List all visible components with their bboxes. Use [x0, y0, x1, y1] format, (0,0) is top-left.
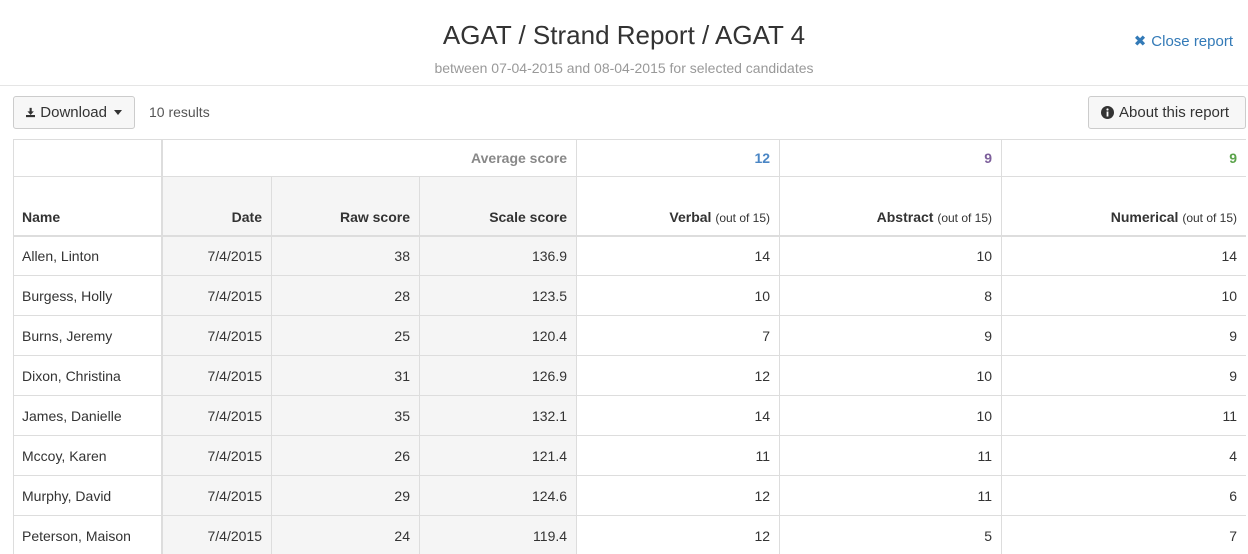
cell-raw-score: 24 — [271, 515, 420, 554]
cell-abstract: 10 — [779, 395, 1003, 436]
cell-date: 7/4/2015 — [160, 475, 272, 516]
cell-numerical: 9 — [1001, 315, 1246, 356]
cell-date: 7/4/2015 — [160, 395, 272, 436]
cell-name: Allen, Linton — [13, 235, 162, 276]
close-report-link[interactable]: ✖ Close report — [1133, 32, 1233, 51]
cell-date: 7/4/2015 — [160, 355, 272, 396]
cell-verbal: 12 — [576, 475, 781, 516]
cell-numerical: 11 — [1001, 395, 1246, 436]
cell-abstract: 10 — [779, 235, 1003, 276]
column-header-raw-score[interactable]: Raw score — [271, 176, 420, 237]
cell-verbal: 11 — [576, 435, 781, 476]
table-row: Murphy, David 7/4/2015 29 124.6 12 11 6 — [13, 475, 1246, 516]
average-abstract: 9 — [779, 139, 1003, 177]
cell-numerical: 6 — [1001, 475, 1246, 516]
table-body: Allen, Linton 7/4/2015 38 136.9 14 10 14 Burges… — [13, 235, 1246, 554]
table-row: Burgess, Holly 7/4/2015 28 123.5 10 8 10 — [13, 275, 1246, 316]
cell-verbal: 14 — [576, 235, 781, 276]
cell-abstract: 8 — [779, 275, 1003, 316]
about-report-label: About this report — [1119, 104, 1230, 121]
cell-scale-score: 121.4 — [418, 435, 578, 476]
cell-verbal: 14 — [576, 395, 781, 436]
cell-abstract: 5 — [779, 515, 1003, 554]
column-header-date[interactable]: Date — [160, 176, 272, 237]
cell-date: 7/4/2015 — [160, 275, 272, 316]
cell-raw-score: 26 — [271, 435, 420, 476]
cell-scale-score: 136.9 — [418, 235, 578, 276]
cell-name: Murphy, David — [13, 475, 162, 516]
cell-scale-score: 123.5 — [418, 275, 578, 316]
cell-verbal: 12 — [576, 515, 781, 554]
cell-date: 7/4/2015 — [160, 235, 272, 276]
cell-raw-score: 31 — [271, 355, 420, 396]
cell-verbal: 7 — [576, 315, 781, 356]
info-icon — [1101, 106, 1114, 119]
toolbar: Download 10 results About this report — [13, 96, 1246, 129]
out-of-label: (out of 15) — [715, 210, 771, 225]
cell-name: Burns, Jeremy — [13, 315, 162, 356]
table-row: Dixon, Christina 7/4/2015 31 126.9 12 10 9 — [13, 355, 1246, 396]
column-header-numerical[interactable]: Numerical (out of 15) — [1001, 176, 1246, 237]
cell-raw-score: 25 — [271, 315, 420, 356]
report-header: AGAT / Strand Report / AGAT 4 between 07… — [0, 0, 1248, 86]
column-header-scale-score[interactable]: Scale score — [418, 176, 578, 237]
cell-raw-score: 28 — [271, 275, 420, 316]
close-icon: ✖ — [1133, 33, 1147, 50]
cell-numerical: 7 — [1001, 515, 1246, 554]
cell-scale-score: 126.9 — [418, 355, 578, 396]
page-title: AGAT / Strand Report / AGAT 4 — [442, 20, 806, 50]
cell-raw-score: 35 — [271, 395, 420, 436]
about-report-button[interactable]: About this report — [1088, 96, 1246, 129]
cell-raw-score: 38 — [271, 235, 420, 276]
results-count: 10 results — [149, 104, 210, 120]
column-header-abstract[interactable]: Abstract (out of 15) — [779, 176, 1003, 237]
column-header-name[interactable]: Name — [13, 176, 162, 237]
cell-raw-score: 29 — [271, 475, 420, 516]
cell-numerical: 14 — [1001, 235, 1246, 276]
cell-verbal: 12 — [576, 355, 781, 396]
cell-abstract: 11 — [779, 435, 1003, 476]
caret-down-icon — [114, 110, 122, 115]
out-of-label: (out of 15) — [937, 210, 993, 225]
average-numerical: 9 — [1001, 139, 1246, 177]
close-report-label: Close report — [1151, 32, 1233, 50]
cell-scale-score: 124.6 — [418, 475, 578, 516]
cell-name: Mccoy, Karen — [13, 435, 162, 476]
page-subtitle: between 07-04-2015 and 08-04-2015 for se… — [434, 60, 814, 76]
cell-numerical: 4 — [1001, 435, 1246, 476]
column-header-row: Name Date Raw score Scale score Verbal (… — [13, 176, 1246, 237]
cell-name: James, Danielle — [13, 395, 162, 436]
cell-scale-score: 119.4 — [418, 515, 578, 554]
cell-date: 7/4/2015 — [160, 315, 272, 356]
table-row: Burns, Jeremy 7/4/2015 25 120.4 7 9 9 — [13, 315, 1246, 356]
out-of-label: (out of 15) — [1182, 210, 1238, 225]
cell-verbal: 10 — [576, 275, 781, 316]
table-row: Allen, Linton 7/4/2015 38 136.9 14 10 14 — [13, 235, 1246, 276]
table-row: James, Danielle 7/4/2015 35 132.1 14 10 11 — [13, 395, 1246, 436]
download-button[interactable]: Download — [13, 96, 135, 129]
cell-scale-score: 120.4 — [418, 315, 578, 356]
cell-abstract: 10 — [779, 355, 1003, 396]
cell-name: Peterson, Maison — [13, 515, 162, 554]
cell-date: 7/4/2015 — [160, 515, 272, 554]
cell-date: 7/4/2015 — [160, 435, 272, 476]
average-label: Average score — [160, 139, 578, 177]
average-verbal: 12 — [576, 139, 781, 177]
table-row: Peterson, Maison 7/4/2015 24 119.4 12 5 7 — [13, 515, 1246, 554]
column-header-verbal[interactable]: Verbal (out of 15) — [576, 176, 781, 237]
cell-abstract: 11 — [779, 475, 1003, 516]
cell-abstract: 9 — [779, 315, 1003, 356]
download-icon — [26, 107, 36, 118]
average-row: Average score 12 9 9 — [13, 139, 1246, 177]
download-label: Download — [40, 104, 107, 121]
cell-scale-score: 132.1 — [418, 395, 578, 436]
cell-numerical: 9 — [1001, 355, 1246, 396]
cell-name: Burgess, Holly — [13, 275, 162, 316]
cell-name: Dixon, Christina — [13, 355, 162, 396]
table-row: Mccoy, Karen 7/4/2015 26 121.4 11 11 4 — [13, 435, 1246, 476]
cell-numerical: 10 — [1001, 275, 1246, 316]
strand-report-table: Average score 12 9 9 Name Date Raw score… — [13, 139, 1246, 554]
